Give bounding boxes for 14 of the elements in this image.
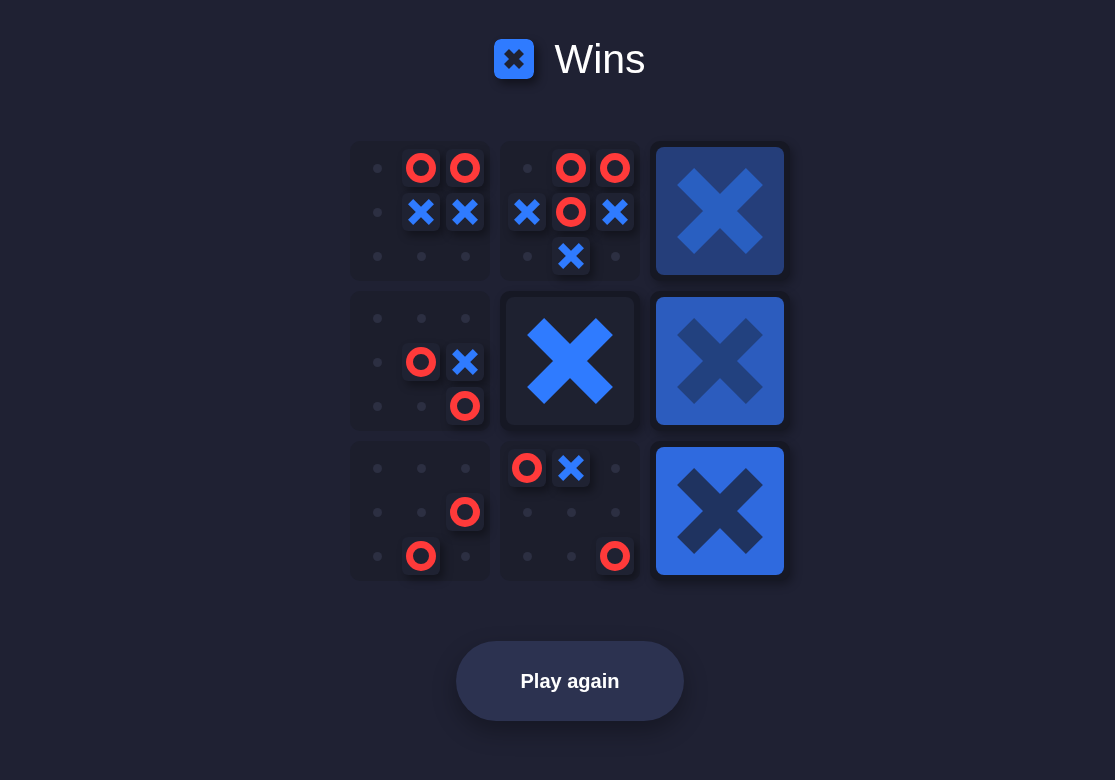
- cross-icon: [677, 468, 763, 554]
- cross-icon: [558, 455, 584, 481]
- cross-icon: [558, 243, 584, 269]
- cross-icon: [527, 318, 613, 404]
- play-again-button[interactable]: Play again: [456, 641, 684, 721]
- cross-icon: [602, 199, 628, 225]
- cross-icon: [452, 199, 478, 225]
- cross-icon: [452, 349, 478, 375]
- cross-icon: [677, 168, 763, 254]
- winner-title: Wins: [554, 39, 646, 79]
- cross-icon: [677, 318, 763, 404]
- cross-icon: [514, 199, 540, 225]
- cross-icon: [408, 199, 434, 225]
- cross-icon: [494, 39, 535, 79]
